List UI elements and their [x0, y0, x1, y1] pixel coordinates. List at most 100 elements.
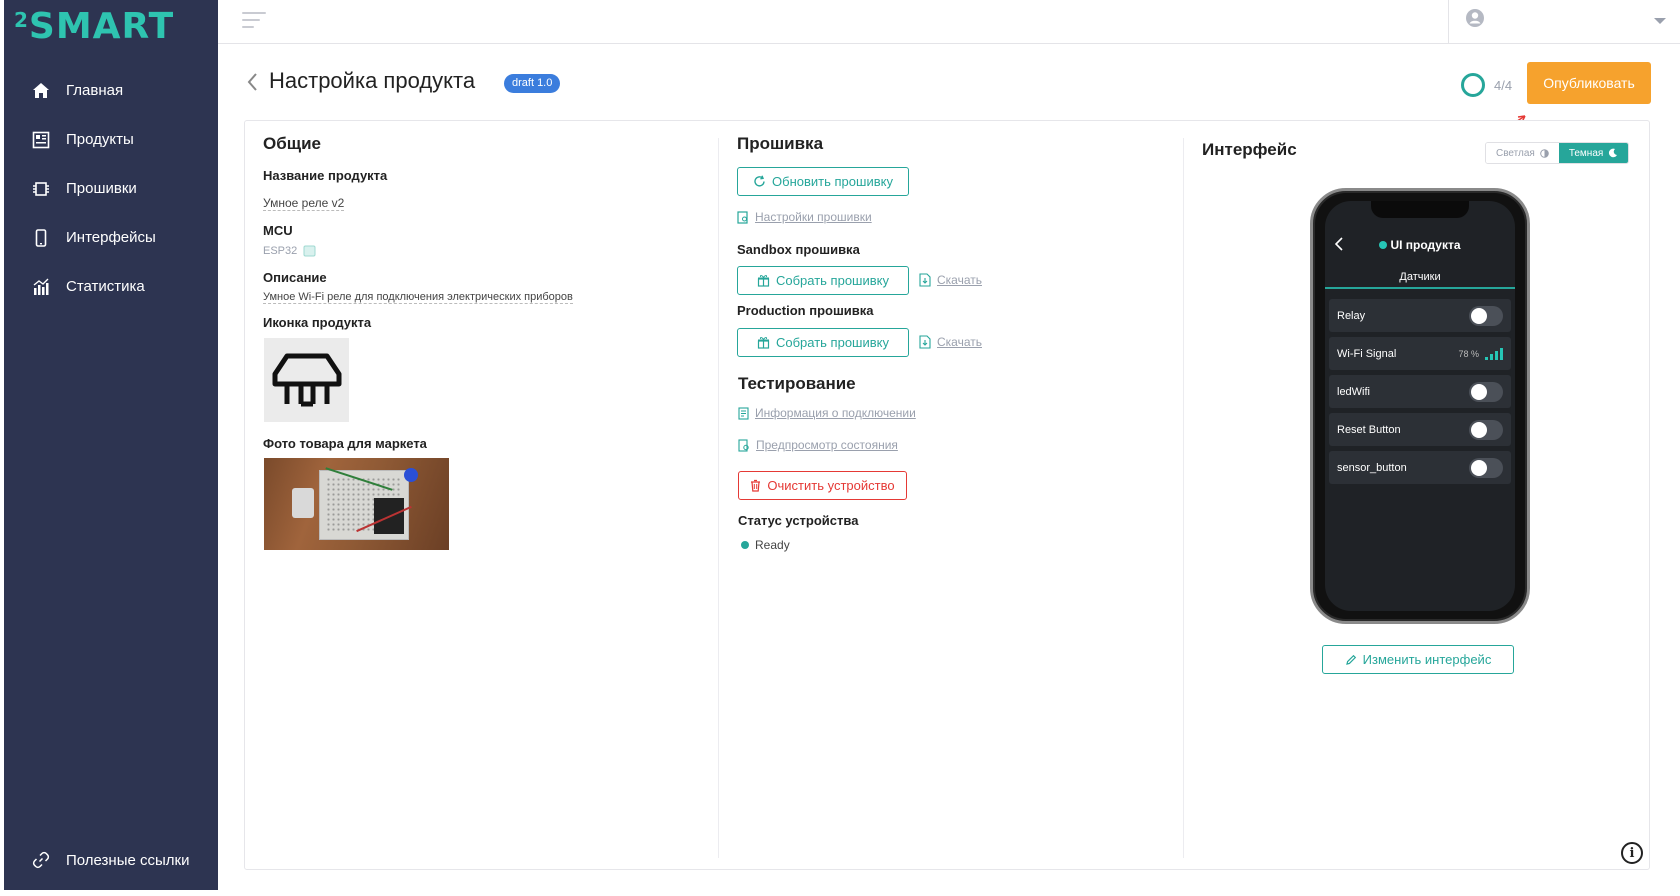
theme-dark-button[interactable]: Темная — [1558, 143, 1629, 163]
firmware-heading: Прошивка — [737, 134, 824, 153]
sandbox-download-link[interactable]: Скачать — [919, 273, 982, 287]
sidebar-item-interfaces[interactable]: Интерфейсы — [4, 213, 218, 262]
sidebar: 2SMART Главная Продукты Прошивки Интерфе… — [4, 0, 218, 890]
sidebar-nav: Главная Продукты Прошивки Интерфейсы Ста… — [4, 66, 218, 311]
status-dot — [741, 541, 749, 549]
sandbox-build-button[interactable]: Собрать прошивку — [737, 266, 909, 295]
wifi-signal-value: 78 % — [1458, 347, 1503, 360]
theme-switch: Светлая Темная — [1485, 142, 1630, 164]
sidebar-item-firmware[interactable]: Прошивки — [4, 164, 218, 213]
description-value[interactable]: Умное Wi-Fi реле для подключения электри… — [263, 291, 573, 304]
home-icon — [30, 80, 52, 102]
clear-device-button[interactable]: Очистить устройство — [738, 471, 907, 500]
connection-info-link[interactable]: Информация о подключении — [738, 406, 916, 420]
phone-screen: UI продукта Датчики Relay Wi-Fi Signal 7… — [1325, 201, 1515, 611]
column-divider — [718, 138, 719, 858]
download-icon — [919, 335, 931, 349]
products-icon — [30, 129, 52, 151]
gift-icon — [757, 336, 770, 349]
sandbox-label: Sandbox прошивка — [737, 242, 860, 257]
info-icon[interactable]: i — [1621, 842, 1643, 864]
firmware-settings-link[interactable]: Настройки прошивки — [737, 210, 872, 224]
mcu-value: ESP32 — [263, 245, 316, 257]
progress-ring — [1461, 73, 1485, 97]
relay-icon — [272, 353, 341, 407]
widget-row-ledwifi: ledWifi — [1329, 375, 1511, 408]
preview-state-link[interactable]: Предпросмотр состояния — [738, 438, 898, 452]
product-name-label: Название продукта — [263, 168, 388, 183]
user-icon — [1465, 8, 1485, 33]
device-status: Ready — [741, 538, 790, 552]
widget-row-relay: Relay — [1329, 299, 1511, 332]
sidebar-item-label: Интерфейсы — [66, 229, 156, 246]
sidebar-item-label: Продукты — [66, 131, 134, 148]
sidebar-item-label: Полезные ссылки — [66, 851, 190, 869]
toggle-switch[interactable] — [1469, 457, 1503, 478]
phone-notch — [1371, 201, 1469, 218]
menu-toggle-button[interactable] — [242, 12, 268, 32]
production-label: Production прошивка — [737, 303, 874, 318]
mcu-label: MCU — [263, 223, 293, 238]
sidebar-item-statistics[interactable]: Статистика — [4, 262, 218, 311]
phone-title: UI продукта — [1325, 235, 1515, 255]
back-button[interactable] — [246, 72, 260, 94]
sidebar-item-home[interactable]: Главная — [4, 66, 218, 115]
sidebar-item-products[interactable]: Продукты — [4, 115, 218, 164]
general-heading: Общие — [263, 134, 321, 153]
sidebar-item-label: Главная — [66, 82, 124, 99]
phone-tab-sensors[interactable]: Датчики — [1325, 267, 1515, 289]
widget-row-wifi-signal: Wi-Fi Signal 78 % — [1329, 337, 1511, 370]
trash-icon — [750, 479, 761, 492]
progress-text: 4/4 — [1494, 77, 1513, 93]
product-icon-image[interactable] — [264, 338, 349, 422]
progress-indicator: 4/4 — [1461, 73, 1512, 97]
refresh-icon — [753, 175, 766, 188]
pencil-icon — [1345, 654, 1357, 666]
logo[interactable]: 2SMART — [14, 6, 174, 47]
chip-info-icon[interactable] — [303, 245, 316, 257]
half-circle-icon — [1540, 148, 1549, 158]
page-title: Настройка продукта — [269, 68, 476, 93]
product-icon-label: Иконка продукта — [263, 315, 372, 330]
version-badge: draft 1.0 — [504, 74, 561, 93]
phone-icon — [30, 227, 52, 249]
product-name-value[interactable]: Умное реле v2 — [263, 196, 345, 211]
production-build-button[interactable]: Собрать прошивку — [737, 328, 909, 357]
phone-widget-list: Relay Wi-Fi Signal 78 % ledWifi Reset Bu… — [1329, 299, 1511, 489]
download-icon — [919, 273, 931, 287]
toggle-switch[interactable] — [1469, 305, 1503, 326]
theme-light-button[interactable]: Светлая — [1486, 143, 1559, 163]
edit-interface-button[interactable]: Изменить интерфейс — [1322, 645, 1514, 674]
document-icon — [738, 406, 749, 420]
device-status-label: Статус устройства — [738, 513, 859, 528]
column-divider — [1183, 138, 1184, 858]
link-icon — [30, 849, 52, 871]
chevron-down-icon — [1654, 18, 1666, 24]
toggle-switch[interactable] — [1469, 419, 1503, 440]
settings-doc-icon — [737, 210, 749, 224]
preview-doc-icon — [738, 438, 750, 452]
description-label: Описание — [263, 270, 327, 285]
status-value: Ready — [755, 538, 790, 552]
update-firmware-button[interactable]: Обновить прошивку — [737, 167, 909, 196]
sidebar-item-useful-links[interactable]: Полезные ссылки — [4, 844, 218, 876]
stats-icon — [30, 276, 52, 298]
top-bar — [218, 0, 1680, 44]
widget-row-sensor-button: sensor_button — [1329, 451, 1511, 484]
app-root: 2SMART Главная Продукты Прошивки Интерфе… — [0, 0, 1680, 896]
phone-preview: UI продукта Датчики Relay Wi-Fi Signal 7… — [1310, 188, 1530, 624]
signal-bars-icon — [1483, 347, 1503, 360]
user-menu[interactable] — [1448, 0, 1666, 44]
market-photo-image[interactable] — [264, 458, 449, 550]
widget-row-reset-button: Reset Button — [1329, 413, 1511, 446]
toggle-switch[interactable] — [1469, 381, 1503, 402]
publish-button[interactable]: Опубликовать — [1527, 62, 1651, 104]
sidebar-item-label: Прошивки — [66, 180, 137, 197]
interface-heading: Интерфейс — [1202, 140, 1297, 159]
chip-icon — [30, 178, 52, 200]
moon-icon — [1609, 148, 1618, 158]
production-download-link[interactable]: Скачать — [919, 335, 982, 349]
testing-heading: Тестирование — [738, 374, 856, 393]
market-photo-label: Фото товара для маркета — [263, 436, 427, 451]
chevron-left-icon — [247, 73, 257, 91]
